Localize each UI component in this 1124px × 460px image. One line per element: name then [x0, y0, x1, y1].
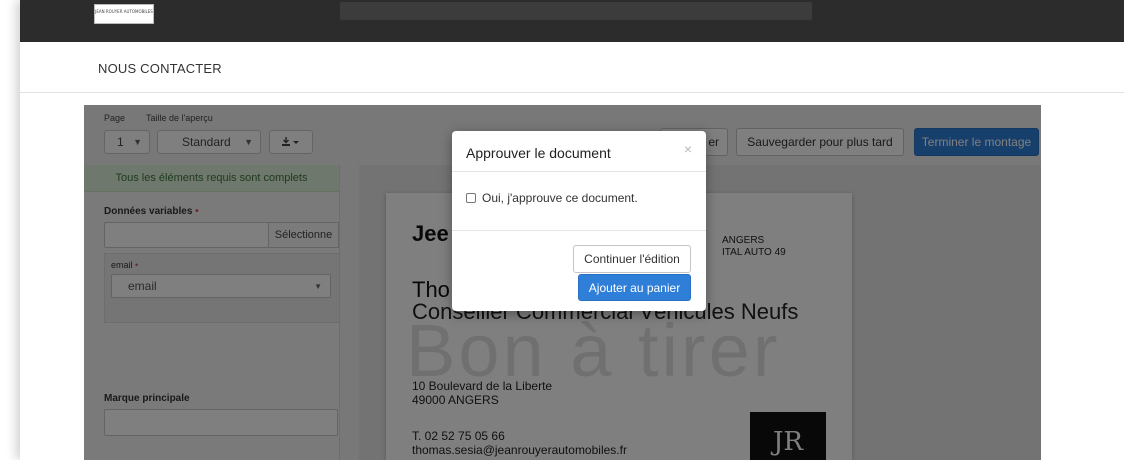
continue-edit-button[interactable]: Continuer l'édition: [573, 245, 691, 273]
approve-checkbox-label: Oui, j'approuve ce document.: [482, 191, 638, 205]
add-to-cart-label: Ajouter au panier: [588, 280, 681, 295]
approve-checkbox-row[interactable]: Oui, j'approuve ce document.: [466, 191, 638, 205]
dialog-title: Approuver le document: [466, 145, 611, 161]
contact-link[interactable]: NOUS CONTACTER: [98, 61, 222, 76]
dialog-divider: [452, 230, 706, 231]
brand-logo[interactable]: JEAN ROUYER AUTOMOBILES: [94, 4, 154, 24]
approve-checkbox[interactable]: [466, 193, 476, 203]
secondary-nav: NOUS CONTACTER: [20, 42, 1124, 93]
approve-dialog: Approuver le document × Oui, j'approuve …: [452, 131, 706, 311]
top-bar: JEAN ROUYER AUTOMOBILES: [20, 0, 1124, 42]
add-to-cart-button[interactable]: Ajouter au panier: [578, 274, 691, 301]
search-bar[interactable]: [340, 2, 812, 20]
close-icon[interactable]: ×: [684, 141, 692, 157]
continue-edit-label: Continuer l'édition: [584, 252, 680, 266]
dialog-divider: [452, 171, 706, 172]
brand-logo-text: JEAN ROUYER AUTOMOBILES: [95, 9, 153, 14]
